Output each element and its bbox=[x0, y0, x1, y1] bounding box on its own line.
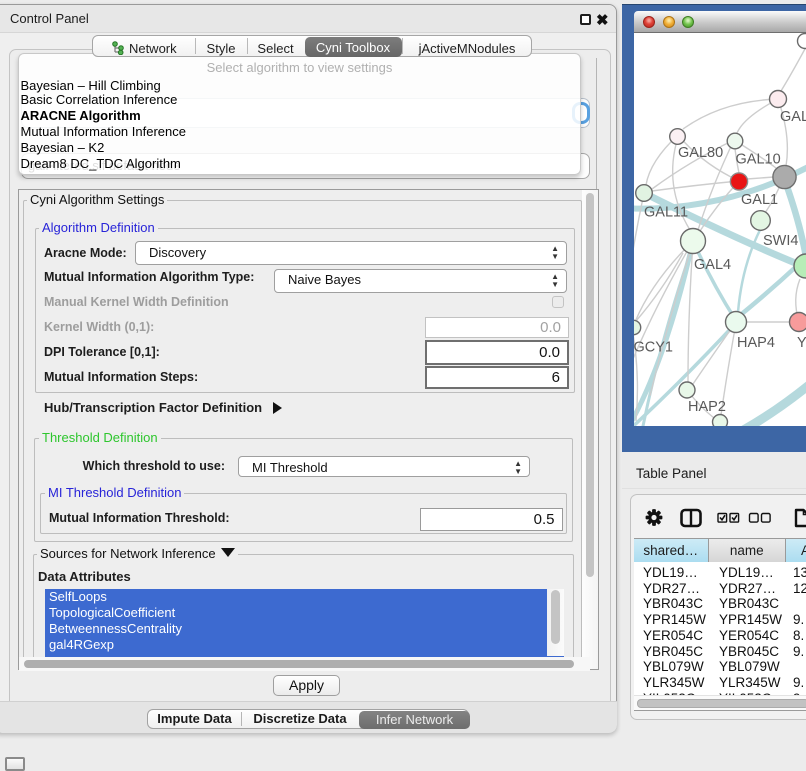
svg-text:HAP4: HAP4 bbox=[737, 335, 775, 351]
svg-text:GCY1: GCY1 bbox=[634, 340, 673, 356]
svg-text:Y: Y bbox=[797, 335, 806, 351]
svg-text:GAL4: GAL4 bbox=[694, 257, 731, 273]
svg-text:GAL7: GAL7 bbox=[780, 109, 806, 125]
svg-text:GAL80: GAL80 bbox=[678, 145, 723, 161]
svg-text:HAP2: HAP2 bbox=[688, 399, 726, 415]
svg-text:GAL11: GAL11 bbox=[644, 205, 688, 221]
svg-text:SWI4: SWI4 bbox=[763, 233, 798, 249]
svg-text:GAL10: GAL10 bbox=[736, 152, 781, 168]
svg-text:GAL1: GAL1 bbox=[741, 192, 778, 208]
